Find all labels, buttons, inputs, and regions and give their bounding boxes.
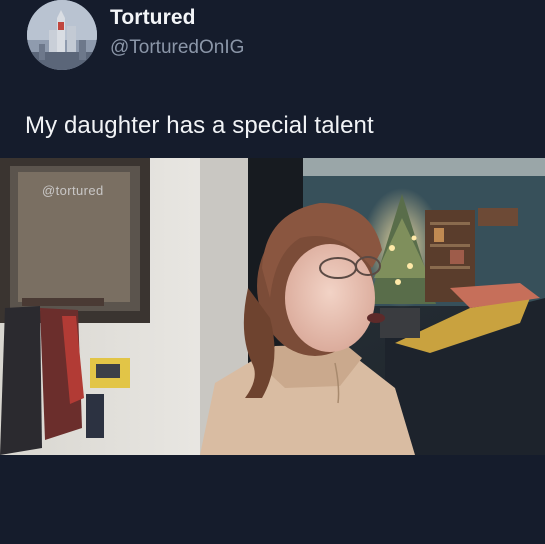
author-avatar[interactable] [27, 0, 97, 70]
tweet-video[interactable]: @tortured [0, 158, 545, 455]
video-frame [0, 158, 545, 455]
bottom-padding [0, 455, 545, 544]
avatar-image [27, 0, 97, 70]
author-name[interactable]: Tortured [110, 6, 196, 30]
tweet-text: My daughter has a special talent [25, 112, 374, 139]
tweet-card: Tortured @TorturedOnIG My daughter has a… [0, 0, 545, 544]
author-handle[interactable]: @TorturedOnIG [110, 37, 244, 59]
video-watermark: @tortured [42, 183, 104, 198]
